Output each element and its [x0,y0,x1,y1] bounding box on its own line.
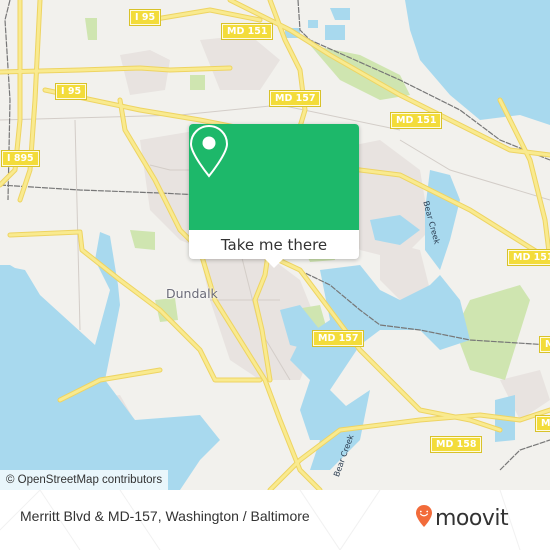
popup-pointer [264,258,284,268]
road-shield-md151: MD 151 [220,23,274,40]
road-shield-md158: MD 158 [429,436,483,453]
take-me-there-button[interactable]: Take me there [189,230,359,259]
road-shield-i95: I 95 [128,9,162,26]
road-shield-md: MD 1 [538,336,550,353]
place-label-dundalk: Dundalk [166,286,218,301]
map-view[interactable]: I 95 I 95 I 895 MD 151 MD 157 MD 151 MD … [0,0,550,490]
road-shield-md: MD [534,415,550,432]
take-me-there-popup[interactable]: Take me there [189,124,359,268]
moovit-logo-icon [415,504,433,532]
footer: Merritt Blvd & MD-157, Washington / Balt… [0,490,550,550]
road-shield-md151: MD 151 [389,112,443,129]
popup-header [189,124,359,230]
moovit-brand[interactable]: moovit [415,504,509,532]
road-shield-i95: I 95 [54,83,88,100]
osm-attribution[interactable]: © OpenStreetMap contributors [0,470,169,490]
road-shield-md157: MD 157 [311,330,365,347]
moovit-wordmark: moovit [435,505,509,531]
road-shield-md157: MD 157 [268,90,322,107]
road-shield-md151: MD 151 [506,249,550,266]
road-shield-i895: I 895 [1,150,40,167]
stop-title: Merritt Blvd & MD-157, Washington / Balt… [20,508,310,524]
